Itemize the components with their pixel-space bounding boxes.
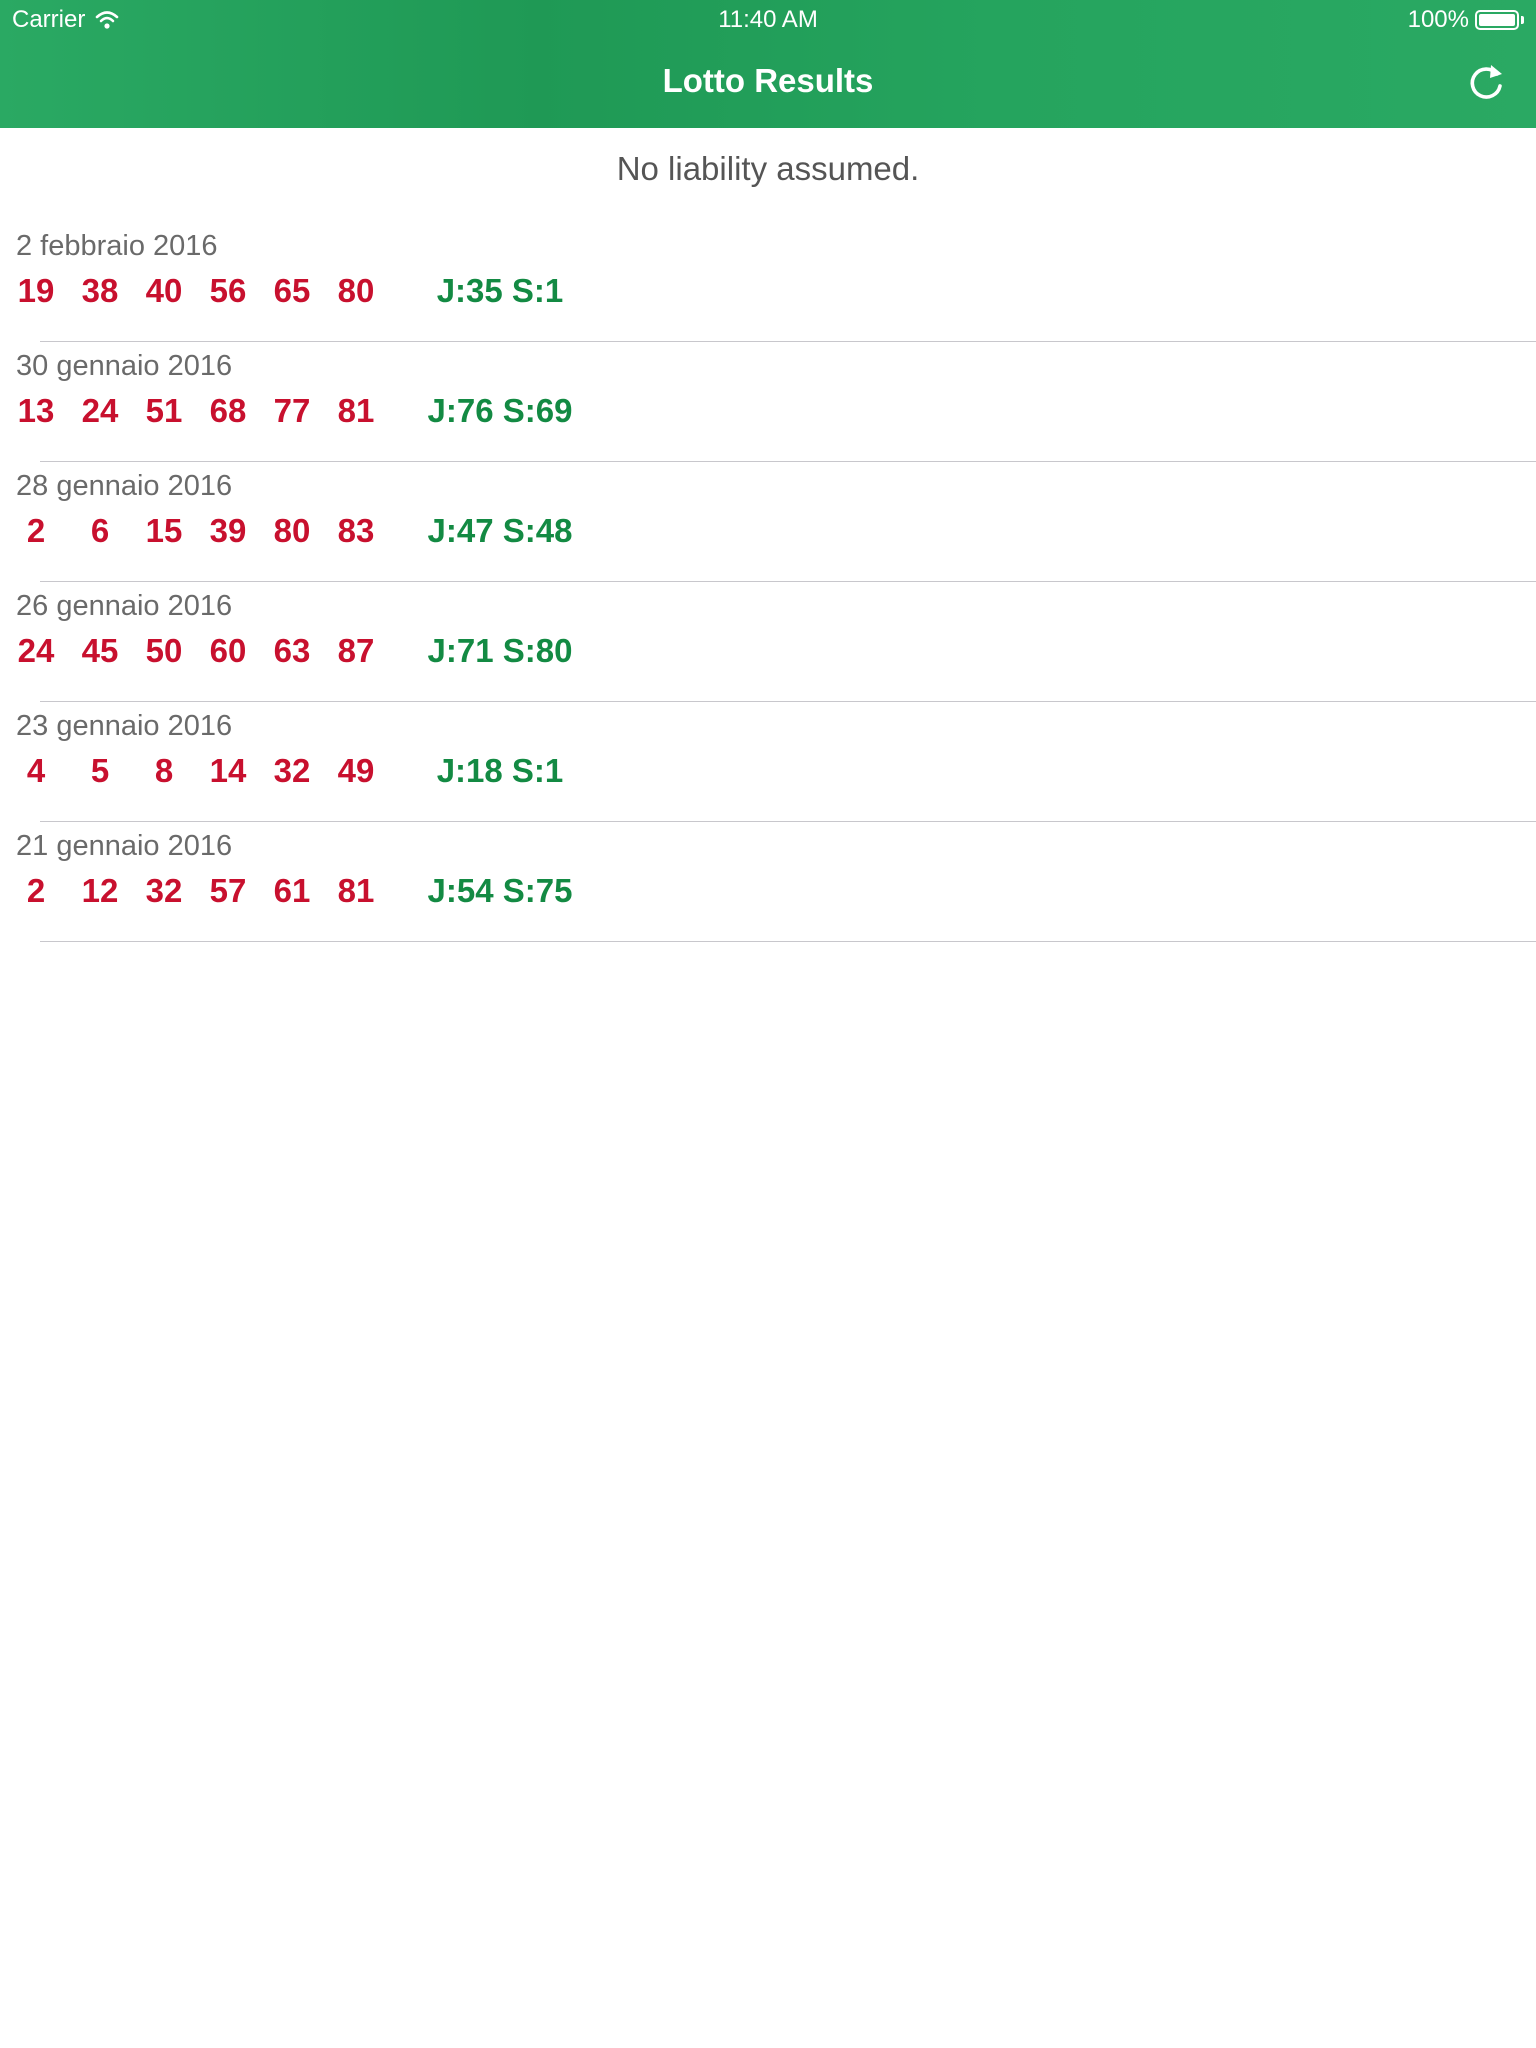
drawn-number: 40 <box>145 272 183 309</box>
draw-date: 26 gennaio 2016 <box>16 590 233 622</box>
drawn-number: 24 <box>81 392 119 429</box>
drawn-number: 56 <box>209 272 247 309</box>
list-item[interactable]: 30 gennaio 2016 13 24 51 68 77 81 J:76 S:69 <box>0 342 1536 462</box>
drawn-number: 63 <box>273 632 311 669</box>
list-item[interactable]: 21 gennaio 2016 2 12 32 57 61 81 J:54 S:75 <box>0 822 1536 942</box>
drawn-number: 81 <box>337 392 375 429</box>
refresh-icon[interactable] <box>1464 60 1508 104</box>
drawn-number: 80 <box>337 272 375 309</box>
jolly-superstar: J:47 S:48 <box>427 512 573 549</box>
drawn-number: 50 <box>145 632 183 669</box>
drawn-number: 6 <box>90 512 110 549</box>
drawn-number: 39 <box>209 512 247 549</box>
drawn-number: 8 <box>154 752 174 789</box>
drawn-number: 68 <box>209 392 247 429</box>
status-time: 11:40 AM <box>718 6 818 33</box>
drawn-number: 4 <box>26 752 46 789</box>
battery-indicator: 100% <box>1408 6 1524 34</box>
drawn-number: 19 <box>17 272 55 309</box>
drawn-number: 32 <box>273 752 311 789</box>
drawn-number: 24 <box>17 632 55 669</box>
drawn-number: 87 <box>337 632 375 669</box>
drawn-number: 32 <box>145 872 183 909</box>
results-list: 2 febbraio 2016 19 38 40 56 65 80 J:35 S:1 30 ge… <box>0 222 1536 942</box>
draw-date: 28 gennaio 2016 <box>16 470 233 502</box>
drawn-number: 65 <box>273 272 311 309</box>
drawn-number: 38 <box>81 272 119 309</box>
drawn-number: 2 <box>26 872 46 909</box>
draw-date: 23 gennaio 2016 <box>16 710 233 742</box>
draw-date: 2 febbraio 2016 <box>16 230 218 262</box>
list-item[interactable]: 2 febbraio 2016 19 38 40 56 65 80 J:35 S:1 <box>0 222 1536 342</box>
jolly-superstar: J:35 S:1 <box>436 272 564 309</box>
battery-percent: 100% <box>1407 6 1469 33</box>
jolly-superstar: J:76 S:69 <box>427 392 573 429</box>
list-item[interactable]: 28 gennaio 2016 2 6 15 39 80 83 J:47 S:48 <box>0 462 1536 582</box>
drawn-number: 13 <box>17 392 55 429</box>
drawn-number: 12 <box>81 872 119 909</box>
navigation-bar: Carrier 11:40 AM 100% Lotto Results <box>0 0 1536 128</box>
drawn-number: 2 <box>26 512 46 549</box>
list-item[interactable]: 23 gennaio 2016 4 5 8 14 32 49 J:18 S:1 <box>0 702 1536 822</box>
battery-icon <box>1475 10 1519 30</box>
drawn-number: 83 <box>337 512 375 549</box>
draw-date: 21 gennaio 2016 <box>16 830 233 862</box>
drawn-number: 5 <box>90 752 110 789</box>
drawn-number: 15 <box>145 512 183 549</box>
drawn-number: 14 <box>209 752 247 789</box>
disclaimer-text: No liability assumed. <box>616 150 920 187</box>
drawn-number: 45 <box>81 632 119 669</box>
jolly-superstar: J:71 S:80 <box>427 632 573 669</box>
row-divider <box>40 941 1536 942</box>
drawn-number: 80 <box>273 512 311 549</box>
drawn-number: 51 <box>145 392 183 429</box>
drawn-number: 57 <box>209 872 247 909</box>
list-item[interactable]: 26 gennaio 2016 24 45 50 60 63 87 J:71 S:80 <box>0 582 1536 702</box>
page-title: Lotto Results <box>662 62 874 99</box>
drawn-number: 81 <box>337 872 375 909</box>
jolly-superstar: J:54 S:75 <box>427 872 573 909</box>
drawn-number: 77 <box>273 392 311 429</box>
drawn-number: 60 <box>209 632 247 669</box>
drawn-number: 61 <box>273 872 311 909</box>
status-bar: Carrier 11:40 AM 100% <box>0 0 1536 40</box>
jolly-superstar: J:18 S:1 <box>436 752 564 789</box>
drawn-number: 49 <box>337 752 375 789</box>
draw-date: 30 gennaio 2016 <box>16 350 233 382</box>
